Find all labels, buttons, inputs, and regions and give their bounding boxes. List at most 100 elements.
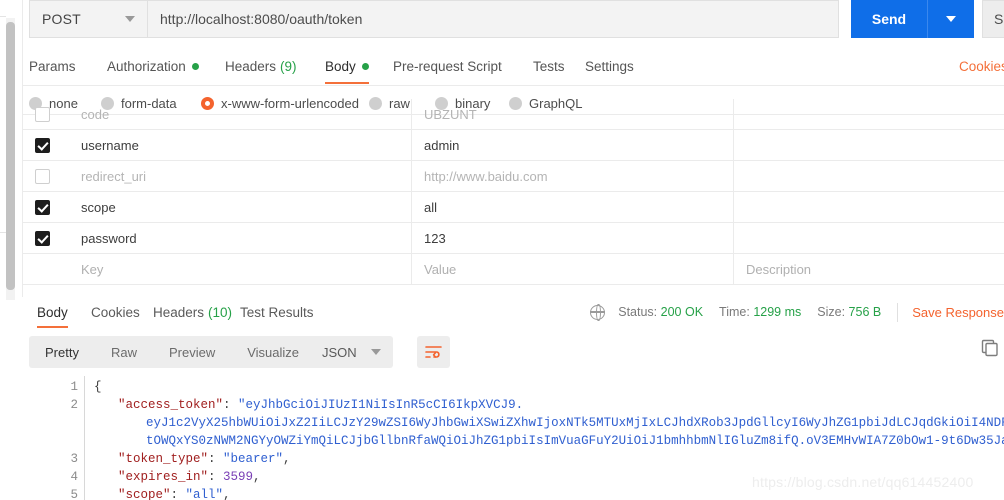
view-preview-button[interactable]: Preview bbox=[153, 336, 231, 368]
row-enable-checkbox-cell bbox=[22, 254, 62, 284]
row-enable-checkbox-cell bbox=[22, 161, 62, 191]
row-key[interactable]: username bbox=[62, 130, 412, 160]
http-method-select[interactable]: POST bbox=[29, 0, 147, 38]
tab-label: Tests bbox=[533, 58, 565, 74]
response-tab-headers[interactable]: Headers (10) bbox=[153, 296, 232, 328]
send-button[interactable]: Send bbox=[851, 0, 927, 38]
http-method-value: POST bbox=[42, 11, 81, 27]
row-value[interactable]: admin bbox=[412, 130, 734, 160]
view-raw-button[interactable]: Raw bbox=[95, 336, 153, 368]
status-dot-icon bbox=[361, 62, 369, 70]
response-tab-cookies[interactable]: Cookies bbox=[91, 296, 140, 328]
watermark: https://blog.csdn.net/qq614452400 bbox=[752, 474, 974, 490]
response-tab-test-results[interactable]: Test Results bbox=[240, 296, 314, 328]
response-format-select[interactable]: JSON bbox=[310, 336, 393, 368]
tab-label: Authorization bbox=[107, 58, 186, 74]
row-description[interactable] bbox=[734, 192, 1004, 222]
row-value[interactable]: UBZUNT bbox=[412, 99, 734, 129]
cookies-link[interactable]: Cookies bbox=[959, 48, 1004, 84]
save-response-link[interactable]: Save Response bbox=[912, 305, 1004, 320]
tab-label: Test Results bbox=[240, 304, 314, 320]
status-badge: Status: 200 OK bbox=[618, 305, 703, 319]
row-description[interactable] bbox=[734, 99, 1004, 129]
divider bbox=[897, 302, 899, 322]
word-wrap-icon bbox=[425, 346, 442, 358]
tab-body[interactable]: Body bbox=[325, 48, 369, 84]
tab-tests[interactable]: Tests bbox=[533, 48, 565, 84]
code-line: { bbox=[94, 380, 102, 394]
row-checkbox[interactable] bbox=[34, 199, 50, 215]
row-checkbox[interactable] bbox=[34, 106, 50, 122]
row-key[interactable]: code bbox=[62, 99, 412, 129]
line-number: 1 bbox=[70, 380, 78, 394]
tab-count: (10) bbox=[208, 304, 233, 320]
request-bar: POST http://localhost:8080/oauth/token S… bbox=[29, 0, 1004, 44]
tab-headers[interactable]: Headers (9) bbox=[225, 48, 297, 84]
save-button[interactable]: Save bbox=[982, 0, 1004, 38]
status-value: 200 OK bbox=[660, 305, 704, 319]
row-checkbox[interactable] bbox=[34, 168, 50, 184]
chevron-down-icon bbox=[946, 16, 956, 22]
new-row-description-input[interactable]: Description bbox=[734, 254, 1004, 284]
row-checkbox[interactable] bbox=[34, 230, 50, 246]
table-row[interactable]: code UBZUNT bbox=[22, 99, 1004, 130]
line-number: 4 bbox=[70, 470, 78, 484]
row-enable-checkbox-cell bbox=[22, 130, 62, 160]
code-line: "expires_in": 3599, bbox=[118, 470, 261, 484]
row-key[interactable]: scope bbox=[62, 192, 412, 222]
response-format-value: JSON bbox=[322, 344, 357, 360]
tab-pre-request-script[interactable]: Pre-request Script bbox=[393, 48, 502, 84]
size-label: Size: bbox=[817, 305, 846, 319]
tab-authorization[interactable]: Authorization bbox=[107, 48, 199, 84]
chevron-down-icon bbox=[125, 16, 135, 22]
postman-window: POST http://localhost:8080/oauth/token S… bbox=[0, 0, 1004, 500]
table-row[interactable]: username admin bbox=[22, 130, 1004, 161]
row-enable-checkbox-cell bbox=[22, 99, 62, 129]
new-row-value-input[interactable]: Value bbox=[412, 254, 734, 284]
request-url-input[interactable]: http://localhost:8080/oauth/token bbox=[147, 0, 839, 38]
row-value[interactable]: http://www.baidu.com bbox=[412, 161, 734, 191]
row-key[interactable]: password bbox=[62, 223, 412, 253]
row-value[interactable]: 123 bbox=[412, 223, 734, 253]
row-enable-checkbox-cell bbox=[22, 192, 62, 222]
row-description[interactable] bbox=[734, 130, 1004, 160]
table-row[interactable]: password 123 bbox=[22, 223, 1004, 254]
active-tab-indicator bbox=[325, 82, 369, 84]
time-badge: Time: 1299 ms bbox=[719, 305, 801, 319]
tab-params[interactable]: Params bbox=[29, 48, 76, 84]
view-pretty-button[interactable]: Pretty bbox=[29, 336, 95, 368]
row-description[interactable] bbox=[734, 161, 1004, 191]
response-tabs: Body Cookies Headers (10) Test Results S… bbox=[22, 296, 1004, 328]
tab-count: (9) bbox=[280, 58, 297, 74]
code-line: "token_type": "bearer", bbox=[118, 452, 291, 466]
table-row-new[interactable]: Key Value Description bbox=[22, 254, 1004, 285]
table-row[interactable]: scope all bbox=[22, 192, 1004, 223]
globe-icon[interactable] bbox=[589, 304, 606, 322]
tab-label: Headers bbox=[225, 58, 277, 74]
copy-icon bbox=[981, 339, 998, 357]
divider bbox=[0, 232, 6, 233]
row-key[interactable]: redirect_uri bbox=[62, 161, 412, 191]
status-label: Status: bbox=[618, 305, 658, 319]
response-tab-body[interactable]: Body bbox=[37, 296, 68, 328]
request-tabs: Params Authorization Headers (9) Body Pr… bbox=[29, 48, 1004, 84]
send-options-button[interactable] bbox=[928, 0, 974, 38]
tab-settings[interactable]: Settings bbox=[585, 48, 634, 84]
table-row[interactable]: redirect_uri http://www.baidu.com bbox=[22, 161, 1004, 192]
copy-response-button[interactable] bbox=[980, 338, 1000, 358]
tab-label: Pre-request Script bbox=[393, 58, 502, 74]
page-scrollbar-thumb[interactable] bbox=[6, 22, 15, 290]
line-number: 5 bbox=[70, 488, 78, 500]
active-tab-indicator bbox=[37, 326, 68, 328]
divider bbox=[0, 16, 6, 17]
new-row-key-input[interactable]: Key bbox=[62, 254, 412, 284]
row-value[interactable]: all bbox=[412, 192, 734, 222]
view-visualize-button[interactable]: Visualize bbox=[231, 336, 315, 368]
size-value: 756 B bbox=[848, 305, 882, 319]
row-description[interactable] bbox=[734, 223, 1004, 253]
params-table: code UBZUNT username admin redirect_uri … bbox=[22, 99, 1004, 294]
tab-label: Settings bbox=[585, 58, 634, 74]
row-checkbox[interactable] bbox=[34, 137, 50, 153]
tab-label: Body bbox=[37, 304, 68, 320]
word-wrap-button[interactable] bbox=[417, 336, 450, 368]
